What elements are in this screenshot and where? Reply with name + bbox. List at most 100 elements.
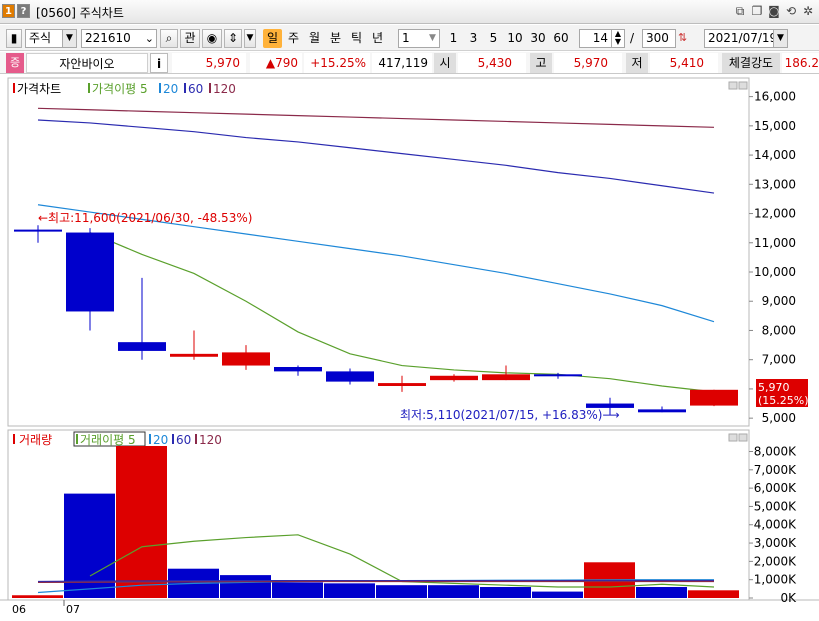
interval-1[interactable]: 1 xyxy=(444,29,463,48)
high-label: 고 xyxy=(530,53,552,73)
chart-area[interactable]: 가격차트 가격이평 5 20 60 120 거래량 거래이평 5 20 60 1… xyxy=(0,76,819,618)
legend-marker xyxy=(209,83,211,93)
legend-marker xyxy=(13,434,15,444)
open-label: 시 xyxy=(434,53,456,73)
strength-value: 186.2 xyxy=(782,53,819,73)
volume-bar xyxy=(480,587,531,598)
window-number-badge[interactable]: 1 xyxy=(2,4,15,18)
screenshot-icon[interactable]: ◙ xyxy=(767,3,781,19)
refresh-icon[interactable]: ⟲ xyxy=(784,3,798,19)
chevron-down-icon[interactable]: ▼ xyxy=(244,29,256,48)
stock-info-row: 증 자안바이오 i 5,970 ▲790 +15.25% 417,119 시 5… xyxy=(0,52,819,74)
minimize-panel-icon[interactable] xyxy=(728,433,738,442)
volume-bar xyxy=(272,582,323,598)
count-input[interactable]: 14 ▲ ▼ xyxy=(579,29,625,48)
legend-marker xyxy=(88,83,90,93)
price-y-tick-label: 16,000 xyxy=(754,90,796,104)
panel-toggle-icon[interactable]: ▮ xyxy=(6,29,22,48)
interval-3[interactable]: 3 xyxy=(464,29,483,48)
price-y-tick-label: 9,000 xyxy=(762,294,796,308)
spin-arrows-icon[interactable]: ▲ ▼ xyxy=(611,30,624,47)
interval-60[interactable]: 60 xyxy=(550,29,572,48)
interval-30[interactable]: 30 xyxy=(527,29,549,48)
volume-y-tick-label: 0K xyxy=(780,591,797,605)
zoom-arrows-icon[interactable]: ⇅ xyxy=(678,31,687,44)
volume-y-tick-label: 7,000K xyxy=(754,463,797,477)
close-panel-icon[interactable] xyxy=(738,81,748,90)
price-y-tick-label: 14,000 xyxy=(754,148,796,162)
stock-name[interactable]: 자안바이오 xyxy=(26,53,148,73)
copy-icon[interactable]: ❐ xyxy=(750,3,764,19)
price-legend-title: 가격차트 xyxy=(17,82,61,96)
strength-label: 체결강도 xyxy=(722,53,780,73)
title-bar: 1 ? [0560] 주식차트 ⧉ ❐ ◙ ⟲ ✲ xyxy=(0,0,819,24)
chevron-down-icon[interactable]: ⌄ xyxy=(145,30,154,47)
help-icon[interactable]: ? xyxy=(17,4,30,18)
candle-body xyxy=(274,367,322,372)
volume-legend-ma60: 60 xyxy=(176,433,191,447)
market-badge: 증 xyxy=(6,53,24,73)
x-axis-label-07: 07 xyxy=(66,603,80,616)
settings-gear-icon[interactable]: ✲ xyxy=(801,3,815,19)
date-input[interactable]: 2021/07/19 ▼ xyxy=(704,29,788,48)
chevron-down-icon[interactable]: ▼ xyxy=(773,30,787,47)
volume-y-tick-label: 5,000K xyxy=(754,499,797,513)
market-select[interactable]: 주식 ▼ xyxy=(25,29,77,48)
info-button[interactable]: i xyxy=(150,53,168,73)
volume-y-tick-label: 1,000K xyxy=(754,573,797,587)
volume-legend-ma20: 20 xyxy=(153,433,168,447)
period-year[interactable]: 년 xyxy=(368,29,387,48)
period-week[interactable]: 주 xyxy=(284,29,303,48)
price-legend-ma120: 120 xyxy=(213,82,236,96)
candle-body xyxy=(118,342,166,351)
candle-body xyxy=(638,409,686,413)
period-minute[interactable]: 분 xyxy=(326,29,345,48)
price-legend-ma: 가격이평 5 xyxy=(92,82,148,96)
price-y-tick-label: 12,000 xyxy=(754,207,796,221)
eye-toggle-icon[interactable]: ◉ xyxy=(202,29,222,48)
x-axis-strip xyxy=(0,600,819,618)
period-day[interactable]: 일 xyxy=(263,29,282,48)
price-panel-frame xyxy=(7,77,750,427)
volume-legend-ma: 거래이평 5 xyxy=(80,433,136,447)
minimize-panel-icon[interactable] xyxy=(728,81,738,90)
interval-5[interactable]: 5 xyxy=(484,29,503,48)
kwan-button[interactable]: 관 xyxy=(180,29,200,48)
stock-code-input[interactable]: 221610 ⌄ xyxy=(81,29,157,48)
link-icon[interactable]: ⧉ xyxy=(733,3,747,19)
price-y-tick-label: 8,000 xyxy=(762,323,796,337)
volume-y-tick-label: 8,000K xyxy=(754,444,797,458)
volume-legend-title: 거래량 xyxy=(19,433,52,447)
interval-select[interactable]: 1 ▼ xyxy=(398,29,440,48)
chevron-down-icon[interactable]: ▼ xyxy=(426,30,439,47)
count-total-input[interactable]: 300 xyxy=(642,29,676,48)
candle-body xyxy=(378,383,426,386)
legend-marker xyxy=(184,83,186,93)
legend-marker xyxy=(76,434,78,444)
max-price-annotation: ←최고:11,600(2021/06/30, -48.53%) xyxy=(38,211,252,225)
volume-bar xyxy=(532,591,583,598)
interval-10[interactable]: 10 xyxy=(504,29,526,48)
interval-select-value: 1 xyxy=(402,31,410,45)
current-price-tag-value: 5,970 xyxy=(758,381,790,394)
period-month[interactable]: 월 xyxy=(305,29,324,48)
candle-body xyxy=(66,232,114,312)
legend-marker xyxy=(159,83,161,93)
volume-y-tick-label: 2,000K xyxy=(754,554,797,568)
period-tick[interactable]: 틱 xyxy=(347,29,366,48)
close-panel-icon[interactable] xyxy=(738,433,748,442)
legend-marker xyxy=(149,434,151,444)
volume-y-tick-label: 6,000K xyxy=(754,481,797,495)
candle-body xyxy=(170,353,218,357)
stock-chart-svg[interactable]: 가격차트 가격이평 5 20 60 120 거래량 거래이평 5 20 60 1… xyxy=(0,76,819,618)
price-change: ▲790 xyxy=(250,53,302,73)
volume-y-tick-label: 4,000K xyxy=(754,518,797,532)
open-value: 5,430 xyxy=(458,53,526,73)
candle-body xyxy=(534,374,582,377)
high-value: 5,970 xyxy=(554,53,622,73)
chart-toolbar: ▮ 주식 ▼ 221610 ⌄ ⌕ 관 ◉ ⇕ ▼ 일 주 월 분 틱 년 1 … xyxy=(0,25,819,51)
stepper-icon[interactable]: ⇕ xyxy=(224,29,242,48)
chevron-down-icon[interactable]: ▼ xyxy=(62,30,76,47)
legend-marker xyxy=(13,83,15,93)
search-icon[interactable]: ⌕ xyxy=(160,29,178,48)
